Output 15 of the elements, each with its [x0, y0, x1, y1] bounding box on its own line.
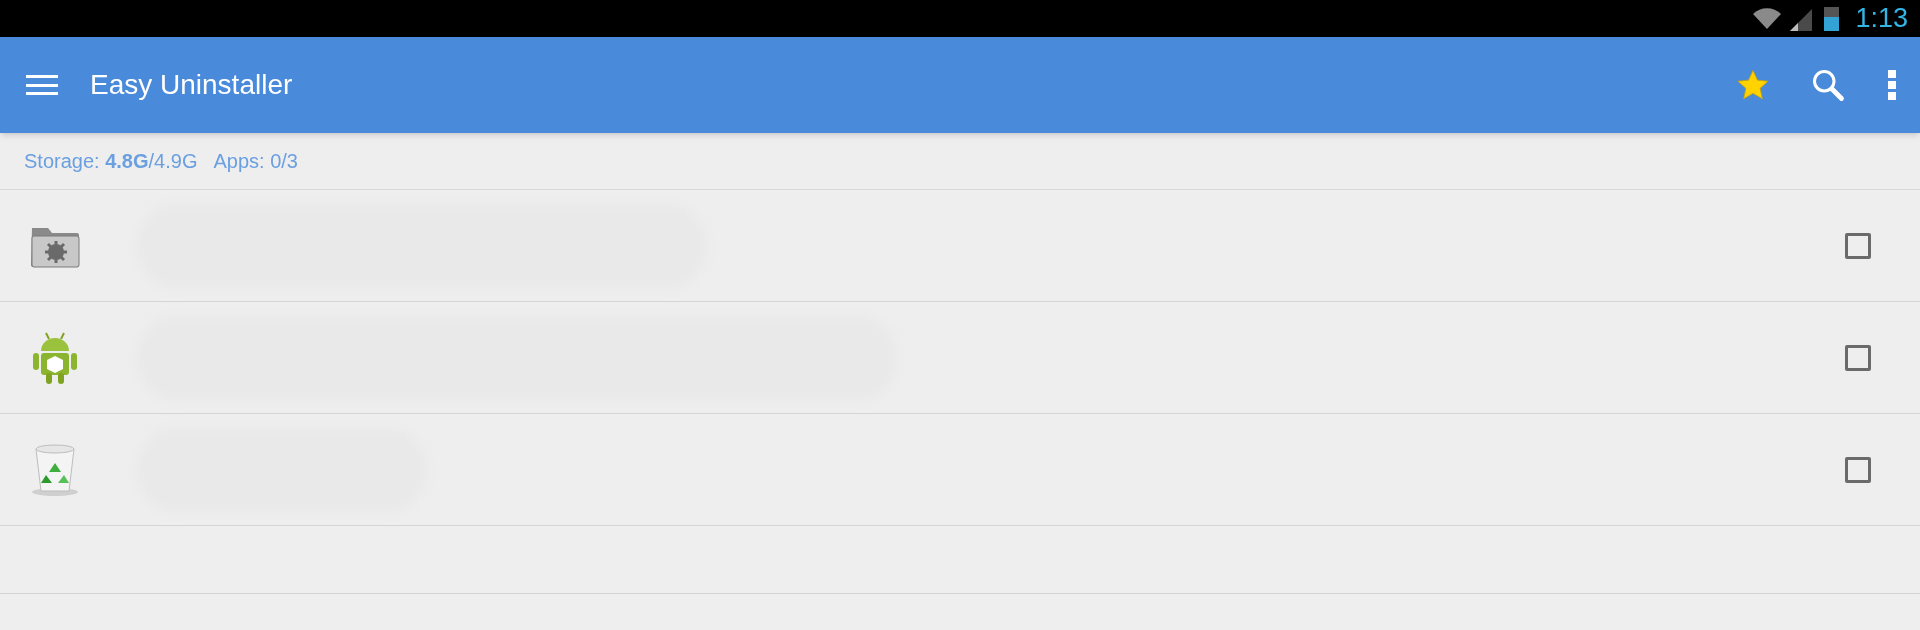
- clock-time: 1:13: [1855, 2, 1908, 36]
- battery-icon: [1824, 6, 1840, 31]
- search-icon[interactable]: [1810, 67, 1846, 103]
- star-icon[interactable]: [1736, 69, 1770, 101]
- storage-info: Storage: 4.8G/4.9G: [24, 149, 198, 174]
- wifi-icon: [1752, 6, 1783, 31]
- apps-count: Apps: 0/3: [213, 149, 298, 174]
- app-title: Easy Uninstaller: [90, 68, 293, 102]
- menu-icon[interactable]: [26, 75, 58, 95]
- checkbox[interactable]: [1845, 344, 1871, 371]
- overflow-menu-icon[interactable]: [1888, 70, 1896, 100]
- recycle-bin-icon: [30, 442, 80, 497]
- android-robot-icon: [32, 330, 78, 385]
- checkbox[interactable]: [1845, 456, 1871, 483]
- checkbox[interactable]: [1845, 232, 1871, 259]
